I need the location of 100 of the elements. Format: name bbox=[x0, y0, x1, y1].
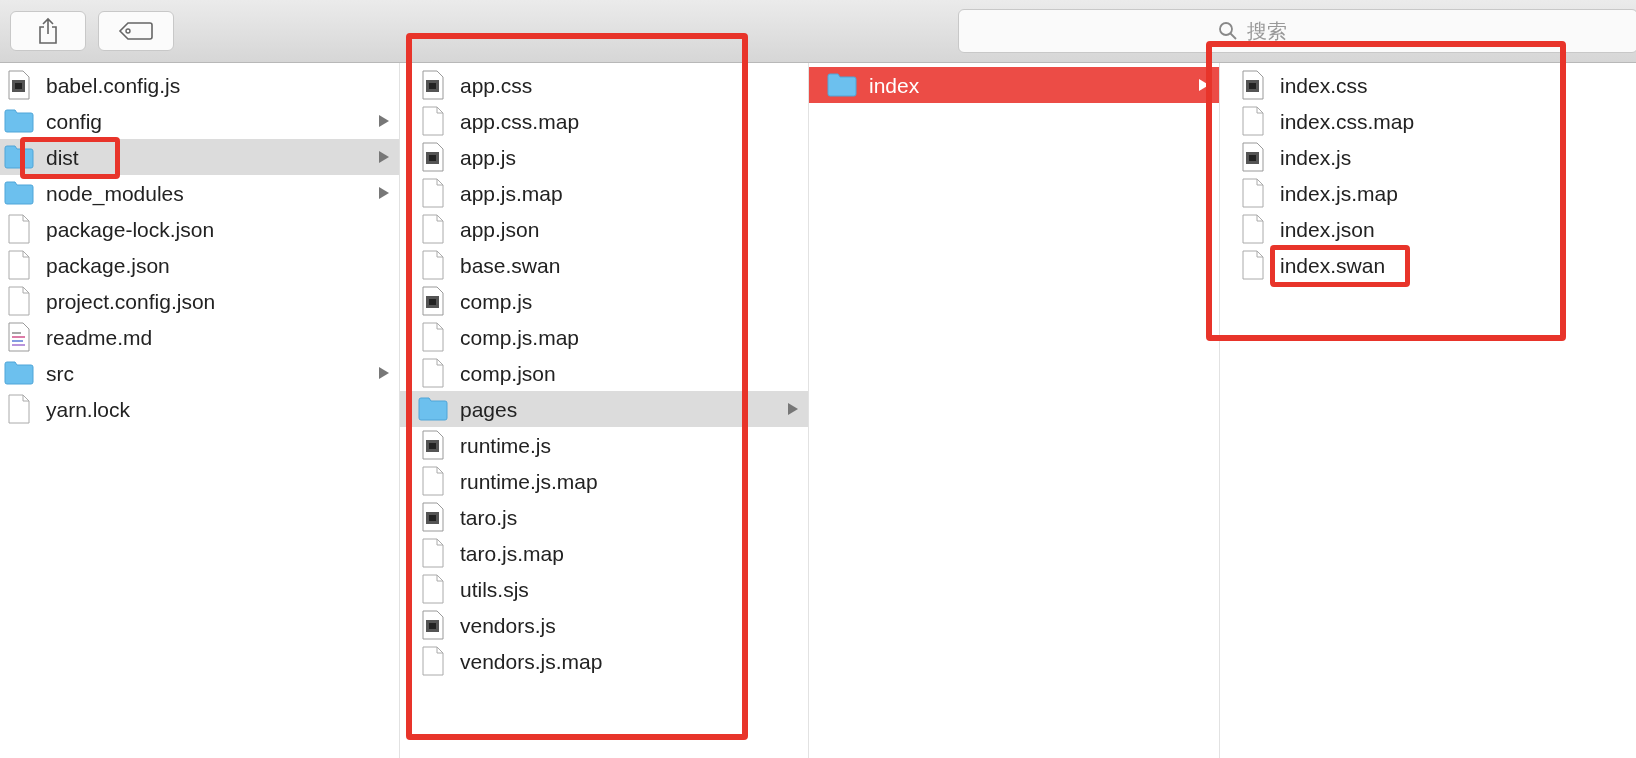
share-button[interactable] bbox=[10, 11, 86, 51]
script-file-icon bbox=[421, 286, 445, 316]
script-file-icon bbox=[421, 430, 445, 460]
file-name: index.js.map bbox=[1280, 182, 1398, 204]
file-row[interactable]: package.json bbox=[0, 247, 399, 283]
file-row[interactable]: index.js.map bbox=[1220, 175, 1636, 211]
file-row[interactable]: config bbox=[0, 103, 399, 139]
file-row[interactable]: app.json bbox=[400, 211, 808, 247]
file-icon bbox=[1241, 214, 1265, 244]
file-name: comp.json bbox=[460, 362, 556, 384]
file-name: package-lock.json bbox=[46, 218, 215, 240]
file-row[interactable]: index bbox=[809, 67, 1219, 103]
file-name: app.css.map bbox=[460, 110, 580, 132]
file-name: index.json bbox=[1280, 218, 1375, 240]
file-name: index.swan bbox=[1280, 254, 1386, 276]
file-row[interactable]: comp.json bbox=[400, 355, 808, 391]
share-icon bbox=[37, 17, 59, 45]
chevron-icon bbox=[379, 187, 389, 199]
file-icon bbox=[7, 214, 31, 244]
file-row[interactable]: index.json bbox=[1220, 211, 1636, 247]
file-row[interactable]: node_modules bbox=[0, 175, 399, 211]
text-file-icon bbox=[7, 322, 31, 352]
file-row[interactable]: index.swan bbox=[1220, 247, 1636, 283]
file-row[interactable]: vendors.js.map bbox=[400, 643, 808, 679]
folder-icon bbox=[418, 397, 448, 421]
file-row[interactable]: runtime.js.map bbox=[400, 463, 808, 499]
file-row[interactable]: babel.config.js bbox=[0, 67, 399, 103]
file-row[interactable]: pages bbox=[400, 391, 808, 427]
file-icon bbox=[1241, 178, 1265, 208]
file-row[interactable]: app.js bbox=[400, 139, 808, 175]
file-name: app.css bbox=[460, 74, 533, 96]
file-name: node_modules bbox=[46, 182, 184, 204]
file-name: dist bbox=[46, 146, 79, 168]
file-row[interactable]: app.css bbox=[400, 67, 808, 103]
file-row[interactable]: index.js bbox=[1220, 139, 1636, 175]
file-icon bbox=[7, 394, 31, 424]
file-icon bbox=[421, 466, 445, 496]
file-row[interactable]: src bbox=[0, 355, 399, 391]
file-name: config bbox=[46, 110, 103, 132]
file-row[interactable]: readme.md bbox=[0, 319, 399, 355]
file-icon bbox=[7, 250, 31, 280]
file-icon bbox=[421, 250, 445, 280]
file-row[interactable]: utils.sjs bbox=[400, 571, 808, 607]
file-name: utils.sjs bbox=[460, 578, 529, 600]
file-name: index.css.map bbox=[1280, 110, 1415, 132]
file-name: readme.md bbox=[46, 326, 153, 348]
file-name: project.config.json bbox=[46, 290, 216, 312]
script-file-icon bbox=[1241, 70, 1265, 100]
script-file-icon bbox=[421, 502, 445, 532]
file-icon bbox=[421, 574, 445, 604]
file-name: index.js bbox=[1280, 146, 1352, 168]
file-name: yarn.lock bbox=[46, 398, 131, 420]
folder-icon bbox=[4, 181, 34, 205]
file-row[interactable]: index.css bbox=[1220, 67, 1636, 103]
file-name: vendors.js.map bbox=[460, 650, 603, 672]
search-field[interactable]: 搜索 bbox=[958, 9, 1636, 53]
file-row[interactable]: comp.js bbox=[400, 283, 808, 319]
script-file-icon bbox=[7, 70, 31, 100]
file-icon bbox=[421, 178, 445, 208]
file-icon bbox=[421, 214, 445, 244]
file-name: package.json bbox=[46, 254, 170, 276]
file-name: babel.config.js bbox=[46, 74, 181, 96]
chevron-icon bbox=[1199, 79, 1209, 91]
file-row[interactable]: runtime.js bbox=[400, 427, 808, 463]
file-icon bbox=[7, 286, 31, 316]
search-icon bbox=[1218, 21, 1238, 41]
file-row[interactable]: index.css.map bbox=[1220, 103, 1636, 139]
file-name: runtime.js bbox=[460, 434, 552, 456]
file-name: app.js.map bbox=[460, 182, 563, 204]
file-row[interactable]: comp.js.map bbox=[400, 319, 808, 355]
chevron-icon bbox=[379, 367, 389, 379]
file-name: runtime.js.map bbox=[460, 470, 598, 492]
file-name: app.js bbox=[460, 146, 517, 168]
folder-icon bbox=[4, 361, 34, 385]
file-row[interactable]: vendors.js bbox=[400, 607, 808, 643]
file-row[interactable]: app.css.map bbox=[400, 103, 808, 139]
file-name: app.json bbox=[460, 218, 540, 240]
file-icon bbox=[421, 106, 445, 136]
file-row[interactable]: taro.js bbox=[400, 499, 808, 535]
tag-icon bbox=[118, 21, 154, 41]
file-row[interactable]: app.js.map bbox=[400, 175, 808, 211]
file-row[interactable]: taro.js.map bbox=[400, 535, 808, 571]
file-name: src bbox=[46, 362, 74, 384]
file-name: pages bbox=[460, 398, 518, 420]
file-row[interactable]: base.swan bbox=[400, 247, 808, 283]
tag-button[interactable] bbox=[98, 11, 174, 51]
file-row[interactable]: yarn.lock bbox=[0, 391, 399, 427]
file-icon bbox=[421, 358, 445, 388]
file-name: index bbox=[869, 74, 920, 96]
file-name: taro.js.map bbox=[460, 542, 564, 564]
chevron-icon bbox=[379, 115, 389, 127]
file-row[interactable]: package-lock.json bbox=[0, 211, 399, 247]
script-file-icon bbox=[421, 142, 445, 172]
file-name: index.css bbox=[1280, 74, 1368, 96]
file-icon bbox=[421, 322, 445, 352]
file-icon bbox=[421, 538, 445, 568]
chevron-icon bbox=[379, 151, 389, 163]
file-row[interactable]: project.config.json bbox=[0, 283, 399, 319]
file-icon bbox=[1241, 106, 1265, 136]
script-file-icon bbox=[421, 70, 445, 100]
